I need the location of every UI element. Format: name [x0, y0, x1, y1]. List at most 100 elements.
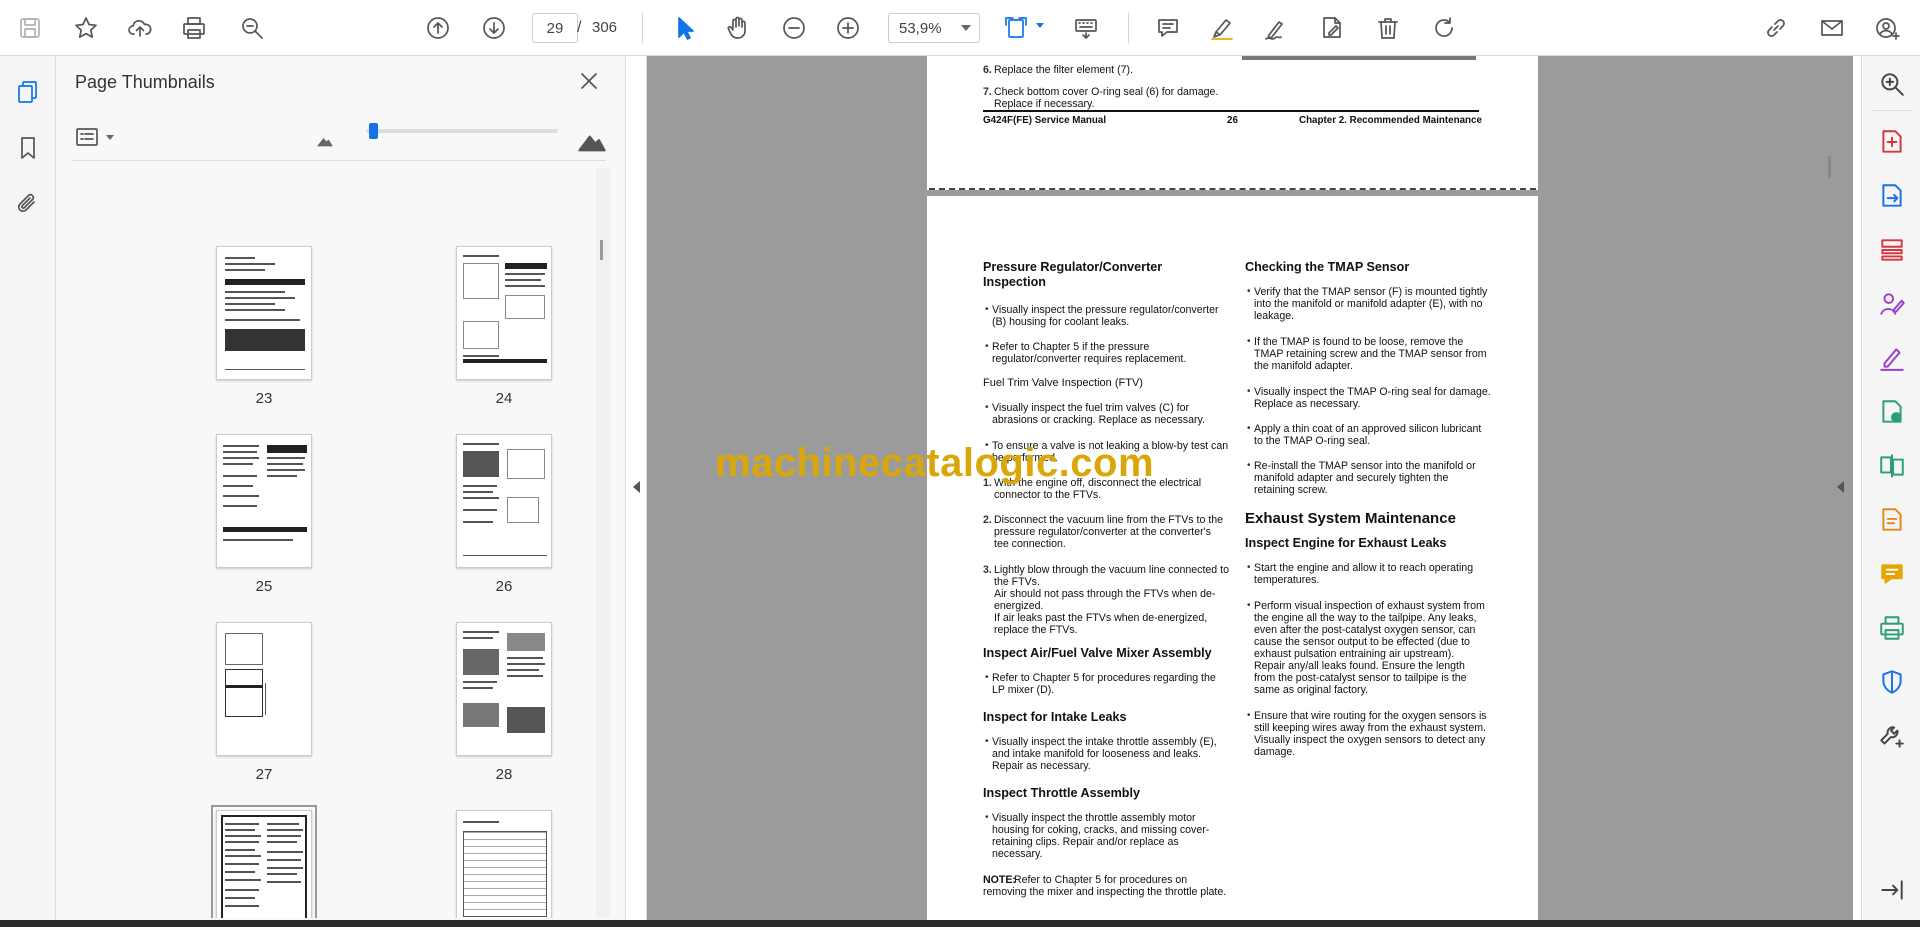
heading-throttle: Inspect Throttle Assembly: [983, 786, 1140, 800]
doc-text: Verify that the TMAP sensor (F) is mount…: [1254, 286, 1488, 298]
footer-page-number: 26: [1227, 115, 1238, 126]
request-signature-icon[interactable]: [1876, 288, 1908, 320]
zoom-out-icon[interactable]: [778, 12, 810, 44]
account-add-icon[interactable]: [1872, 12, 1904, 44]
thumbnail-size-slider-handle[interactable]: [369, 123, 378, 139]
doc-text: connector to the FTVs.: [994, 489, 1102, 501]
attachments-icon[interactable]: [12, 188, 44, 220]
upload-cloud-icon[interactable]: [124, 12, 156, 44]
doc-text: replace the FTVs.: [994, 624, 1078, 636]
comment-tool-icon[interactable]: [1876, 558, 1908, 590]
email-icon[interactable]: [1816, 12, 1848, 44]
footer-chapter: Chapter 2. Recommended Maintenance: [1299, 115, 1482, 126]
keyboard-icon[interactable]: [1070, 12, 1102, 44]
page-break: [929, 188, 1536, 190]
bookmarks-icon[interactable]: [12, 132, 44, 164]
page-separator: /: [577, 19, 582, 36]
zoom-search-icon[interactable]: [1876, 68, 1908, 100]
fill-sign-icon[interactable]: [1876, 342, 1908, 374]
collapse-left-panel-button[interactable]: [627, 56, 647, 920]
thumbnail-scrollbar[interactable]: [596, 168, 610, 918]
step-number: 2.: [983, 514, 992, 526]
doc-text: same as original factory.: [1254, 684, 1369, 696]
zoom-in-icon[interactable]: [832, 12, 864, 44]
page-thumbnail-29-selected[interactable]: [211, 805, 317, 918]
compare-files-icon[interactable]: [1876, 450, 1908, 482]
doc-text: Air should not pass through the FTVs whe…: [994, 588, 1216, 600]
collapse-tools-icon[interactable]: [1876, 874, 1908, 906]
thumbnail-size-slider[interactable]: [366, 129, 558, 133]
next-page-icon[interactable]: [478, 12, 510, 44]
organize-pages-icon[interactable]: [1876, 234, 1908, 266]
chevron-left-icon: [1837, 481, 1844, 493]
toolbar-divider: [642, 12, 643, 44]
rotate-icon[interactable]: [1428, 12, 1460, 44]
print-production-icon[interactable]: [1876, 612, 1908, 644]
chevron-down-icon[interactable]: [106, 135, 114, 140]
chevron-down-icon[interactable]: [1036, 23, 1044, 28]
doc-text: regulator/converter requires replacement…: [992, 353, 1187, 365]
page-thumbnail-25[interactable]: [216, 434, 312, 568]
delete-trash-icon[interactable]: [1372, 12, 1404, 44]
more-tools-icon[interactable]: [1876, 720, 1908, 752]
thumbnail-list: 23 24 25 26 27 28: [72, 168, 592, 918]
doc-text: Visually inspect the TMAP O-ring seal fo…: [1254, 386, 1491, 398]
page-total: 306: [592, 19, 618, 36]
doc-text: the manifold adapter.: [1254, 360, 1353, 372]
thumbnail-options-icon[interactable]: [72, 122, 102, 152]
collapse-right-panel-button[interactable]: [1821, 56, 1853, 920]
doc-text: removing the mixer and inspecting the th…: [983, 886, 1227, 898]
page-thumbnail-28[interactable]: [456, 622, 552, 756]
heading-pressure-regulator: Pressure Regulator/Converter: [983, 260, 1163, 274]
doc-text: retaining screw.: [1254, 484, 1328, 496]
comment-icon[interactable]: [1152, 12, 1184, 44]
hand-tool-icon[interactable]: [722, 12, 754, 44]
doc-text: even after the post-catalyst oxygen sens…: [1254, 624, 1476, 636]
share-link-icon[interactable]: [1760, 12, 1792, 44]
doc-text: abrasions or cracking. Replace as necess…: [992, 414, 1205, 426]
draw-sign-icon[interactable]: [1260, 12, 1292, 44]
send-for-review-icon[interactable]: [1876, 396, 1908, 428]
doc-text: to the TMAP O-ring seal.: [1254, 435, 1371, 447]
ftv-subtitle: Fuel Trim Valve Inspection (FTV): [983, 377, 1143, 389]
create-pdf-icon[interactable]: [1876, 126, 1908, 158]
edit-pdf-icon[interactable]: [1316, 12, 1348, 44]
doc-text: Replace if necessary.: [994, 98, 1095, 110]
page-thumbnail-27[interactable]: [216, 622, 312, 756]
zoom-level-select[interactable]: 53,9%: [888, 13, 980, 43]
thumbnail-shrink-icon[interactable]: [314, 130, 336, 152]
find-search-icon[interactable]: [236, 12, 268, 44]
page-thumbnail-24[interactable]: [456, 246, 552, 380]
select-cursor-icon[interactable]: [668, 12, 700, 44]
highlight-pen-icon[interactable]: [1206, 12, 1238, 44]
previous-page-icon[interactable]: [422, 12, 454, 44]
page-thumbnails-icon[interactable]: [12, 76, 44, 108]
note-label: NOTE:: [983, 874, 1016, 886]
page-thumbnail-30[interactable]: [456, 810, 552, 918]
print-icon[interactable]: [178, 12, 210, 44]
doc-text: Repair as necessary.: [992, 760, 1091, 772]
thumbnail-enlarge-icon[interactable]: [576, 124, 608, 156]
doc-text: from the post-catalyst sensor to tailpip…: [1254, 672, 1467, 684]
page-number-input[interactable]: [532, 13, 578, 43]
export-pdf-icon[interactable]: [1876, 180, 1908, 212]
save-icon[interactable]: [14, 12, 46, 44]
heading-intake-leaks: Inspect for Intake Leaks: [983, 710, 1127, 724]
doc-text: If air leaks past the FTVs when de-energ…: [994, 612, 1208, 624]
thumbnail-label: 28: [495, 766, 513, 783]
page-thumbnail-26[interactable]: [456, 434, 552, 568]
edit-pdf-tool-icon[interactable]: [1876, 504, 1908, 536]
doc-text: housing for coking, cracks, and missing …: [992, 824, 1210, 836]
bullet-icon: •: [1247, 386, 1251, 397]
doc-text: Visually inspect the throttle assembly m…: [992, 812, 1196, 824]
page-thumbnail-23[interactable]: [216, 246, 312, 380]
protect-shield-icon[interactable]: [1876, 666, 1908, 698]
bullet-icon: •: [1247, 710, 1251, 721]
bookmark-star-icon[interactable]: [70, 12, 102, 44]
panel-title: Page Thumbnails: [75, 72, 215, 92]
page-fit-icon[interactable]: [1000, 12, 1032, 44]
doc-text: Lightly blow through the vacuum line con…: [994, 564, 1229, 576]
close-icon[interactable]: [576, 68, 602, 94]
doc-text: If the TMAP is found to be loose, remove…: [1254, 336, 1464, 348]
doc-text: energized.: [994, 600, 1044, 612]
